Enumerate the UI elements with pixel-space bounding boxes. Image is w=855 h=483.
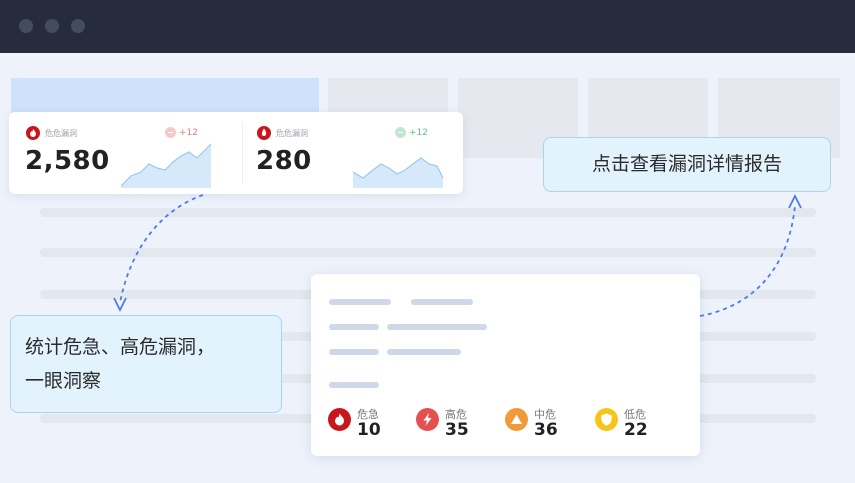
pointer-arrows [113,193,802,317]
arrow-to-report-callout [699,204,796,317]
arrow-to-stats-callout [119,194,204,304]
arrow-head [788,193,802,209]
